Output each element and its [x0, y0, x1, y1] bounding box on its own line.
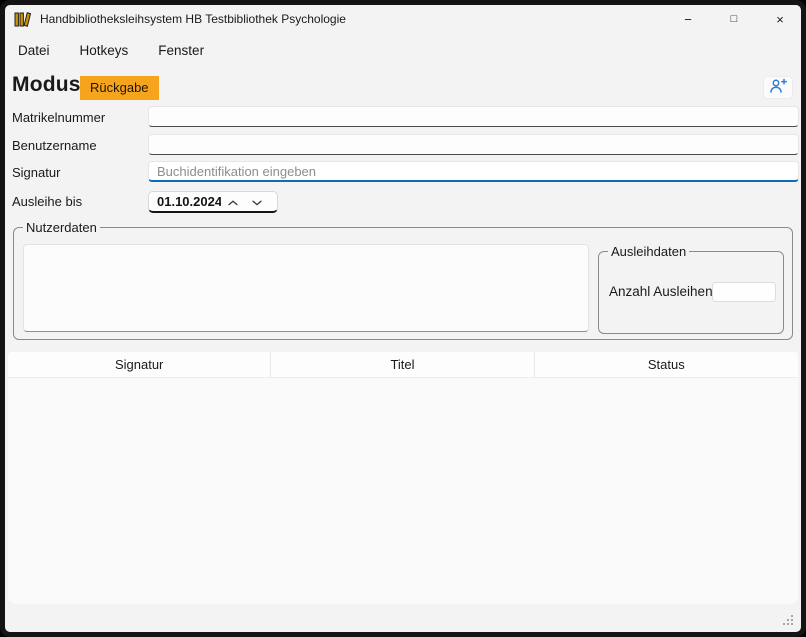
maximize-button[interactable]: □ — [719, 8, 749, 30]
table-body-empty — [8, 378, 798, 604]
nutzerdaten-textarea[interactable] — [23, 244, 589, 332]
menu-item-hotkeys[interactable]: Hotkeys — [80, 43, 129, 58]
menu-item-fenster[interactable]: Fenster — [158, 43, 204, 58]
due-date-spinner — [148, 191, 278, 213]
minimize-button[interactable]: − — [673, 8, 703, 30]
matrikelnummer-input[interactable] — [148, 106, 799, 127]
column-header-titel[interactable]: Titel — [271, 352, 534, 377]
date-decrement-button[interactable] — [245, 192, 269, 211]
menu-item-datei[interactable]: Datei — [18, 43, 50, 58]
menu-bar: Datei Hotkeys Fenster — [5, 35, 801, 65]
loans-table: Signatur Titel Status — [8, 352, 798, 604]
ausleihdaten-groupbox: Ausleihdaten Anzahl Ausleihen — [598, 251, 784, 334]
anzahl-ausleihen-input[interactable] — [712, 282, 776, 302]
due-date-input[interactable] — [149, 194, 221, 209]
signatur-label: Signatur — [12, 165, 60, 180]
title-bar: Handbibliotheksleihsystem HB Testbibliot… — [5, 5, 801, 33]
benutzername-label: Benutzername — [12, 138, 97, 153]
ausleihe-bis-label: Ausleihe bis — [12, 194, 82, 209]
window-controls: − □ × — [673, 8, 795, 30]
anzahl-ausleihen-label: Anzahl Ausleihen — [609, 284, 713, 299]
books-icon — [14, 12, 32, 27]
mode-badge: Rückgabe — [80, 76, 159, 100]
window-title: Handbibliotheksleihsystem HB Testbibliot… — [40, 12, 346, 26]
app-window: Handbibliotheksleihsystem HB Testbibliot… — [0, 0, 806, 637]
column-header-status[interactable]: Status — [535, 352, 798, 377]
date-increment-button[interactable] — [221, 192, 245, 211]
page-title: Modus — [12, 73, 81, 97]
column-header-signatur[interactable]: Signatur — [8, 352, 271, 377]
table-header-row: Signatur Titel Status — [8, 352, 798, 378]
ausleihdaten-group-title: Ausleihdaten — [608, 244, 689, 259]
nutzerdaten-group-title: Nutzerdaten — [23, 220, 100, 235]
chevron-up-icon — [228, 194, 238, 209]
matrikelnummer-label: Matrikelnummer — [12, 110, 105, 125]
add-user-button[interactable] — [763, 76, 793, 99]
nutzerdaten-groupbox: Nutzerdaten Ausleihdaten Anzahl Ausleihe… — [13, 227, 793, 340]
resize-grip[interactable] — [782, 614, 794, 626]
chevron-down-icon — [252, 194, 262, 209]
close-button[interactable]: × — [765, 8, 795, 30]
person-add-icon — [769, 78, 787, 97]
signatur-input[interactable] — [148, 161, 799, 182]
benutzername-input[interactable] — [148, 134, 799, 155]
